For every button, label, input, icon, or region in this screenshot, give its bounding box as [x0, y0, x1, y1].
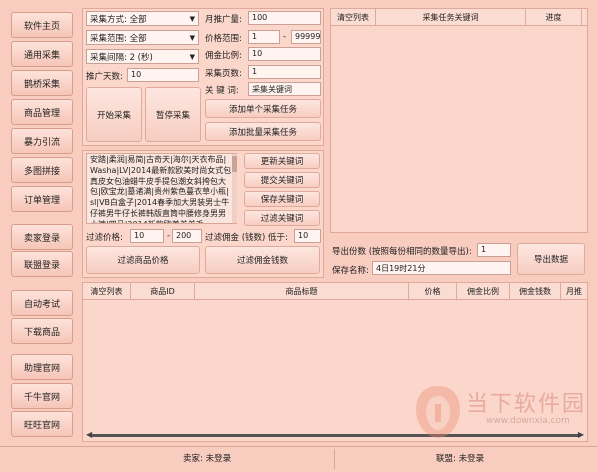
save-name-label: 保存名称:: [332, 266, 369, 276]
collect-range-select[interactable]: 采集范围: 全部 ▼: [86, 30, 199, 45]
seller-status: 卖家: 未登录: [183, 454, 232, 464]
product-column-title: 商品标题: [195, 283, 409, 299]
filter-commission-button[interactable]: 过滤佣金钱数: [205, 246, 320, 274]
task-clear-list-button[interactable]: 清空列表: [331, 9, 376, 25]
pages-input[interactable]: 1: [248, 65, 321, 79]
promo-days-label: 推广天数:: [86, 72, 123, 82]
filter-price-min-input[interactable]: 10: [130, 229, 164, 243]
watermark-logo: 当下软件园 www.downxia.com: [408, 378, 588, 448]
sidebar-item-bridge-collect[interactable]: 鹊桥采集: [11, 70, 73, 96]
watermark-icon: [416, 386, 460, 438]
pages-label: 采集页数:: [205, 69, 242, 79]
product-column-commission-amount: 佣金钱数: [510, 283, 561, 299]
pause-collect-button[interactable]: 暂停采集: [145, 87, 201, 142]
union-status: 联盟: 未登录: [436, 454, 485, 464]
sidebar-item-traffic[interactable]: 暴力引流: [11, 128, 73, 154]
product-table-header: 清空列表 商品ID 商品标题 价格 佣金比例 佣金钱数 月推: [83, 283, 587, 300]
export-count-input[interactable]: 1: [477, 243, 511, 257]
filter-price-button[interactable]: 过滤商品价格: [86, 246, 200, 274]
chevron-down-icon: ▼: [189, 52, 195, 61]
product-column-commission-rate: 佣金比例: [457, 283, 510, 299]
sidebar-item-assistant-site[interactable]: 助理官网: [11, 354, 73, 380]
keyword-label: 关 键 词:: [205, 86, 239, 96]
product-column-id: 商品ID: [131, 283, 195, 299]
watermark-title: 当下软件园: [466, 392, 587, 417]
keyword-textarea[interactable]: 安踏|柔润|易简|古奇天|海尔|天衣布品|Washa|LV|2014最新款欧美时…: [86, 153, 237, 224]
sidebar-item-home[interactable]: 软件主页: [11, 12, 73, 38]
watermark-url: www.downxia.com: [486, 416, 570, 426]
add-single-task-button[interactable]: 添加单个采集任务: [205, 99, 321, 118]
price-range-label: 价格范围:: [205, 34, 242, 44]
sidebar-item-orders[interactable]: 订单管理: [11, 186, 73, 212]
product-column-price: 价格: [409, 283, 457, 299]
commission-label: 佣金比例:: [205, 51, 242, 61]
refresh-keywords-button[interactable]: 更新关键词: [244, 153, 320, 169]
task-table: [330, 8, 588, 233]
scroll-thumb[interactable]: [232, 156, 237, 172]
export-count-label: 导出份数 (按照每份相同的数量导出):: [332, 247, 472, 257]
add-batch-task-button[interactable]: 添加批量采集任务: [205, 122, 321, 141]
sidebar-item-general-collect[interactable]: 通用采集: [11, 41, 73, 67]
price-min-input[interactable]: 1: [248, 30, 280, 44]
export-data-button[interactable]: 导出数据: [517, 243, 585, 275]
submit-keywords-button[interactable]: 提交关键词: [244, 172, 320, 188]
keyword-input[interactable]: 采集关键词: [248, 82, 321, 96]
product-column-monthly: 月推: [566, 286, 582, 296]
filter-commission-label: 过滤佣金 (钱数) 低于:: [205, 233, 288, 243]
status-bar: 卖家: 未登录 联盟: 未登录: [0, 446, 597, 472]
task-table-header: 清空列表 采集任务关键词 进度: [331, 9, 587, 26]
price-range-separator: -: [283, 32, 287, 42]
sidebar-item-qianniu-site[interactable]: 千牛官网: [11, 383, 73, 409]
price-max-input[interactable]: 99999: [291, 30, 321, 44]
task-column-progress: 进度: [526, 9, 582, 25]
save-name-input[interactable]: 4日19时21分: [372, 261, 511, 275]
promo-days-input[interactable]: 10: [127, 68, 199, 82]
sidebar-item-image-stitch[interactable]: 多图拼接: [11, 157, 73, 183]
sidebar-item-union-login[interactable]: 联盟登录: [11, 251, 73, 277]
monthly-input[interactable]: 100: [248, 11, 321, 25]
save-keywords-button[interactable]: 保存关键词: [244, 191, 320, 207]
sidebar-item-download[interactable]: 下载商品: [11, 318, 73, 344]
monthly-label: 月推广量:: [205, 15, 242, 25]
product-clear-list-button[interactable]: 清空列表: [83, 283, 131, 299]
start-collect-button[interactable]: 开始采集: [86, 87, 142, 142]
task-column-keyword: 采集任务关键词: [376, 9, 526, 25]
filter-price-max-input[interactable]: 200: [172, 229, 202, 243]
filter-keywords-button[interactable]: 过滤关键词: [244, 210, 320, 226]
filter-commission-input[interactable]: 10: [294, 229, 321, 243]
filter-price-separator: -: [167, 231, 171, 241]
collect-interval-select[interactable]: 采集间隔: 2 (秒) ▼: [86, 49, 199, 64]
commission-input[interactable]: 10: [248, 47, 321, 61]
sidebar-item-auto-exam[interactable]: 自动考试: [11, 290, 73, 316]
sidebar-item-seller-login[interactable]: 卖家登录: [11, 224, 73, 250]
collect-method-select[interactable]: 采集方式: 全部 ▼: [86, 11, 199, 26]
filter-price-label: 过滤价格:: [86, 233, 123, 243]
sidebar-item-wangwang-site[interactable]: 旺旺官网: [11, 411, 73, 437]
keyword-scrollbar[interactable]: [232, 154, 237, 223]
sidebar-item-product-manage[interactable]: 商品管理: [11, 99, 73, 125]
chevron-down-icon: ▼: [189, 33, 195, 42]
status-divider: [334, 449, 335, 469]
chevron-down-icon: ▼: [189, 14, 195, 23]
